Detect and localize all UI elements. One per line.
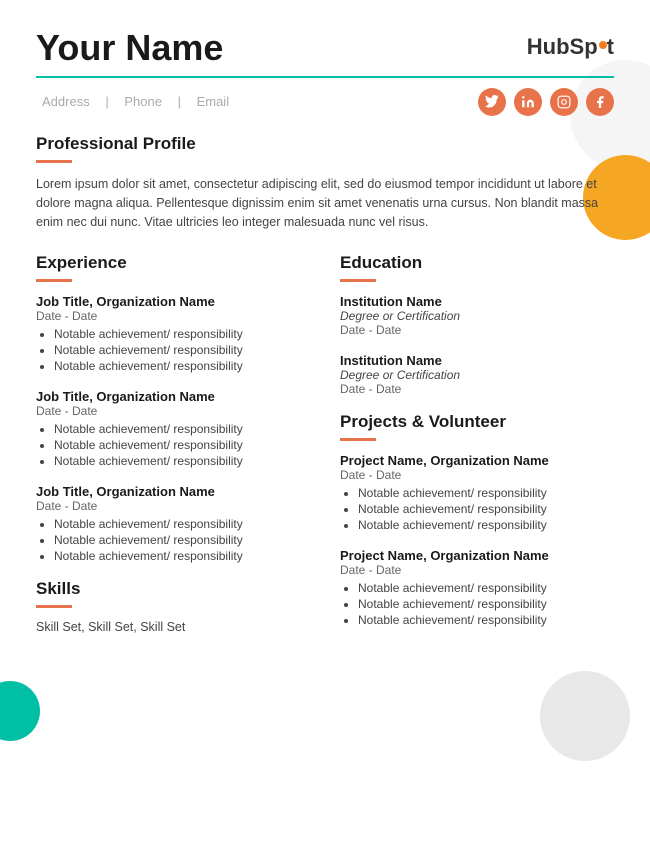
list-item: Notable achievement/ responsibility — [54, 359, 310, 373]
list-item: Notable achievement/ responsibility — [54, 422, 310, 436]
list-item: Notable achievement/ responsibility — [54, 549, 310, 563]
proj1-date: Date - Date — [340, 468, 614, 482]
address-label: Address — [42, 94, 90, 109]
profile-section: Professional Profile Lorem ipsum dolor s… — [36, 134, 614, 233]
hubspot-logo: HubSpt — [527, 34, 614, 60]
skills-text: Skill Set, Skill Set, Skill Set — [36, 620, 310, 634]
email-label: Email — [197, 94, 230, 109]
proj2-date: Date - Date — [340, 563, 614, 577]
edu1-degree: Degree or Certification — [340, 309, 614, 323]
exp3-date: Date - Date — [36, 499, 310, 513]
experience-entry-2: Job Title, Organization Name Date - Date… — [36, 389, 310, 468]
experience-title: Experience — [36, 253, 310, 273]
instagram-icon[interactable] — [550, 88, 578, 116]
exp2-title: Job Title, Organization Name — [36, 389, 310, 404]
hubspot-text-hub: Hub — [527, 34, 570, 60]
linkedin-icon[interactable] — [514, 88, 542, 116]
skills-title: Skills — [36, 579, 310, 599]
exp2-date: Date - Date — [36, 404, 310, 418]
projects-title: Projects & Volunteer — [340, 412, 614, 432]
edu2-date: Date - Date — [340, 382, 614, 396]
education-entry-2: Institution Name Degree or Certification… — [340, 353, 614, 396]
right-column: Education Institution Name Degree or Cer… — [340, 253, 614, 643]
list-item: Notable achievement/ responsibility — [358, 597, 614, 611]
experience-entry-3: Job Title, Organization Name Date - Date… — [36, 484, 310, 563]
facebook-icon[interactable] — [586, 88, 614, 116]
exp1-title: Job Title, Organization Name — [36, 294, 310, 309]
proj2-bullets: Notable achievement/ responsibility Nota… — [340, 581, 614, 627]
education-underline — [340, 279, 376, 282]
two-column-section: Experience Job Title, Organization Name … — [36, 253, 614, 643]
hubspot-text-sp: Sp — [570, 34, 598, 60]
header-divider — [36, 76, 614, 78]
profile-text: Lorem ipsum dolor sit amet, consectetur … — [36, 175, 614, 233]
list-item: Notable achievement/ responsibility — [358, 581, 614, 595]
skills-underline — [36, 605, 72, 608]
skills-section: Skills Skill Set, Skill Set, Skill Set — [36, 579, 310, 634]
list-item: Notable achievement/ responsibility — [54, 533, 310, 547]
education-title: Education — [340, 253, 614, 273]
contact-info: Address | Phone | Email — [36, 94, 235, 109]
phone-label: Phone — [124, 94, 162, 109]
contact-row: Address | Phone | Email — [36, 88, 614, 116]
projects-underline — [340, 438, 376, 441]
experience-underline — [36, 279, 72, 282]
left-column: Experience Job Title, Organization Name … — [36, 253, 310, 643]
proj1-bullets: Notable achievement/ responsibility Nota… — [340, 486, 614, 532]
list-item: Notable achievement/ responsibility — [54, 454, 310, 468]
list-item: Notable achievement/ responsibility — [358, 502, 614, 516]
proj2-title: Project Name, Organization Name — [340, 548, 614, 563]
exp1-date: Date - Date — [36, 309, 310, 323]
deco-circle-teal — [0, 681, 40, 741]
profile-underline — [36, 160, 72, 163]
project-entry-2: Project Name, Organization Name Date - D… — [340, 548, 614, 627]
list-item: Notable achievement/ responsibility — [54, 438, 310, 452]
hubspot-text-t: t — [607, 34, 614, 60]
project-entry-1: Project Name, Organization Name Date - D… — [340, 453, 614, 532]
list-item: Notable achievement/ responsibility — [54, 343, 310, 357]
candidate-name: Your Name — [36, 28, 223, 68]
exp1-bullets: Notable achievement/ responsibility Nota… — [36, 327, 310, 373]
header: Your Name HubSpt — [36, 28, 614, 68]
profile-title: Professional Profile — [36, 134, 614, 154]
edu1-date: Date - Date — [340, 323, 614, 337]
projects-section: Projects & Volunteer Project Name, Organ… — [340, 412, 614, 627]
deco-circle-gray — [540, 671, 630, 761]
list-item: Notable achievement/ responsibility — [54, 517, 310, 531]
separator-1: | — [105, 94, 108, 109]
resume-page: Your Name HubSpt Address | Phone | Email — [0, 0, 650, 841]
exp3-bullets: Notable achievement/ responsibility Nota… — [36, 517, 310, 563]
edu1-institution: Institution Name — [340, 294, 614, 309]
education-entry-1: Institution Name Degree or Certification… — [340, 294, 614, 337]
list-item: Notable achievement/ responsibility — [54, 327, 310, 341]
list-item: Notable achievement/ responsibility — [358, 613, 614, 627]
experience-entry-1: Job Title, Organization Name Date - Date… — [36, 294, 310, 373]
exp2-bullets: Notable achievement/ responsibility Nota… — [36, 422, 310, 468]
exp3-title: Job Title, Organization Name — [36, 484, 310, 499]
twitter-icon[interactable] — [478, 88, 506, 116]
edu2-degree: Degree or Certification — [340, 368, 614, 382]
separator-2: | — [178, 94, 181, 109]
hubspot-dot-icon — [599, 41, 607, 49]
proj1-title: Project Name, Organization Name — [340, 453, 614, 468]
list-item: Notable achievement/ responsibility — [358, 486, 614, 500]
list-item: Notable achievement/ responsibility — [358, 518, 614, 532]
social-icons — [478, 88, 614, 116]
edu2-institution: Institution Name — [340, 353, 614, 368]
